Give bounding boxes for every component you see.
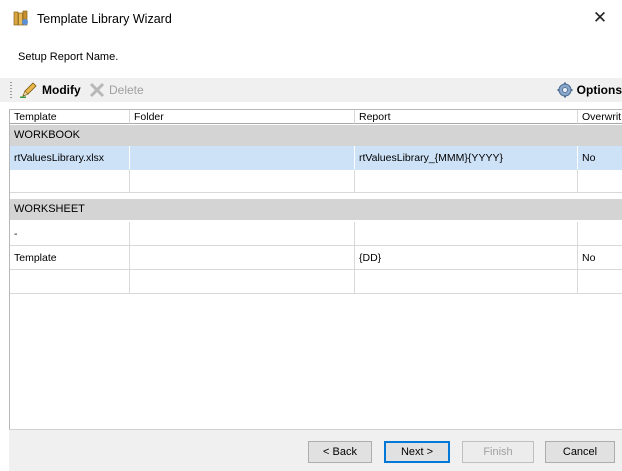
cell-overwrite[interactable] xyxy=(578,222,622,246)
pencil-icon xyxy=(20,82,37,98)
back-button[interactable]: < Back xyxy=(308,441,372,463)
modify-button[interactable]: Modify xyxy=(20,81,81,99)
cell-report[interactable] xyxy=(355,270,578,294)
grid-header-row: Template Folder Report Overwrit xyxy=(10,110,622,124)
cell-folder[interactable] xyxy=(130,270,355,294)
cell-overwrite[interactable]: No xyxy=(578,146,622,170)
modify-label: Modify xyxy=(42,83,81,97)
window-title: Template Library Wizard xyxy=(37,12,172,26)
cell-overwrite[interactable]: No xyxy=(578,246,622,270)
table-row[interactable] xyxy=(10,270,622,294)
table-row[interactable] xyxy=(10,170,622,193)
column-header-folder[interactable]: Folder xyxy=(130,110,355,124)
column-header-overwrite[interactable]: Overwrit xyxy=(578,110,622,124)
delete-x-icon xyxy=(89,82,105,98)
column-header-template[interactable]: Template xyxy=(10,110,130,124)
cell-template[interactable]: Template xyxy=(10,246,130,270)
cell-folder[interactable] xyxy=(130,146,355,170)
cell-template[interactable] xyxy=(10,170,130,193)
finish-button[interactable]: Finish xyxy=(462,441,534,463)
gear-icon xyxy=(557,82,573,98)
close-icon: ✕ xyxy=(592,8,608,27)
column-header-report[interactable]: Report xyxy=(355,110,578,124)
template-grid: Template Folder Report Overwrit WORKBOOK… xyxy=(9,109,622,430)
cell-report[interactable] xyxy=(355,222,578,246)
delete-button[interactable]: Delete xyxy=(89,81,144,99)
close-button[interactable]: ✕ xyxy=(578,0,622,38)
cell-overwrite[interactable] xyxy=(578,170,622,193)
options-button[interactable]: Options xyxy=(557,81,622,99)
cell-folder[interactable] xyxy=(130,246,355,270)
cancel-button[interactable]: Cancel xyxy=(545,441,615,463)
group-row-worksheet[interactable]: WORKSHEET xyxy=(10,199,622,220)
cell-overwrite[interactable] xyxy=(578,270,622,294)
delete-label: Delete xyxy=(109,83,144,97)
cell-template[interactable]: - xyxy=(10,222,130,246)
toolbar-grip[interactable] xyxy=(10,82,12,98)
group-row-workbook[interactable]: WORKBOOK xyxy=(10,125,622,146)
cell-report[interactable]: {DD} xyxy=(355,246,578,270)
cell-folder[interactable] xyxy=(130,170,355,193)
options-label: Options xyxy=(576,83,622,97)
wizard-button-bar: < Back Next > Finish Cancel xyxy=(9,429,622,471)
next-button[interactable]: Next > xyxy=(384,441,450,463)
table-row[interactable]: - xyxy=(10,222,622,246)
table-row[interactable]: Template {DD} No xyxy=(10,246,622,270)
table-row[interactable]: rtValuesLibrary.xlsx rtValuesLibrary_{MM… xyxy=(10,146,622,170)
toolbar: Modify Delete Options xyxy=(0,78,622,102)
template-library-icon xyxy=(13,10,28,26)
cell-report[interactable]: rtValuesLibrary_{MMM}{YYYY} xyxy=(355,146,578,170)
cell-template[interactable]: rtValuesLibrary.xlsx xyxy=(10,146,130,170)
title-bar: Template Library Wizard ✕ xyxy=(0,0,622,38)
cell-template[interactable] xyxy=(10,270,130,294)
cell-report[interactable] xyxy=(355,170,578,193)
cell-folder[interactable] xyxy=(130,222,355,246)
wizard-step-subtitle: Setup Report Name. xyxy=(18,51,119,63)
